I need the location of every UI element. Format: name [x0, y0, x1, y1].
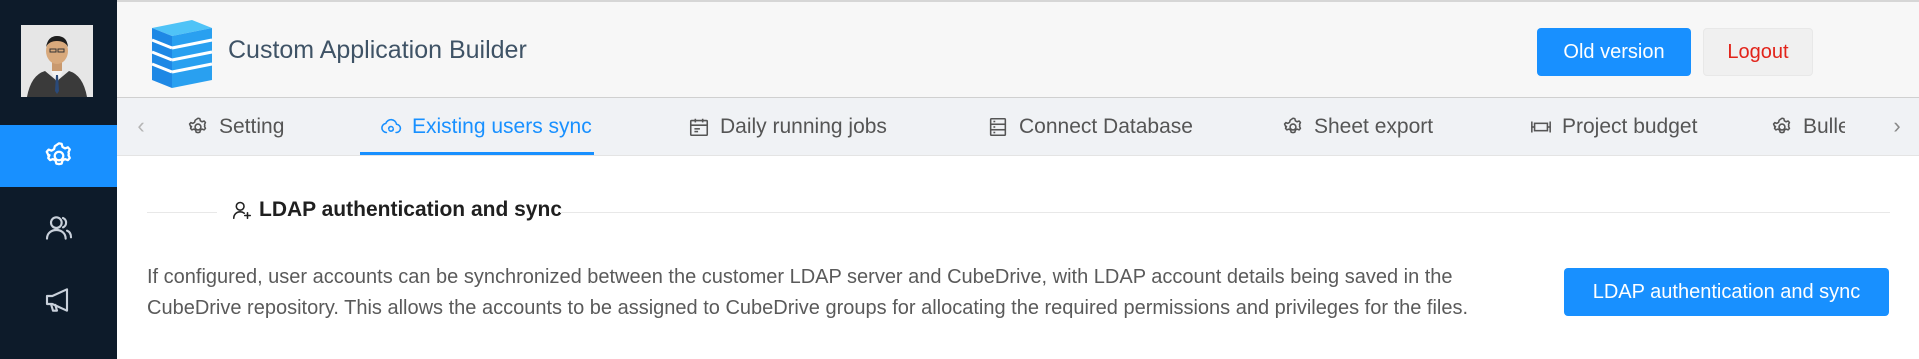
tab-bulletin-clipped[interactable]: Bulle [1771, 98, 1845, 156]
budget-icon [1531, 121, 1551, 133]
app-logo-icon [151, 20, 213, 88]
section-title-label: LDAP authentication and sync [259, 198, 562, 221]
top-header: Custom Application Builder Old version L… [117, 0, 1919, 98]
tab-scroll-right-icon[interactable]: › [1885, 112, 1909, 140]
tab-existing-users-sync[interactable]: Existing users sync [380, 98, 592, 156]
section-title: LDAP authentication and sync [231, 198, 562, 222]
users-icon [45, 216, 72, 240]
tab-label: Setting [219, 115, 285, 138]
ldap-auth-sync-button[interactable]: LDAP authentication and sync [1564, 268, 1889, 316]
divider [147, 212, 217, 213]
tab-sheet-export[interactable]: Sheet export [1282, 98, 1433, 156]
sidebar-item-users[interactable] [0, 197, 117, 259]
gear-icon [188, 117, 207, 134]
sidebar-item-announcements[interactable] [0, 269, 117, 331]
cloud-sync-icon [381, 118, 402, 134]
tab-label: Bulle [1803, 115, 1845, 138]
app-title: Custom Application Builder [228, 36, 527, 64]
tab-scroll-left-icon[interactable]: ‹ [129, 112, 153, 140]
tab-label: Existing users sync [412, 115, 592, 138]
sidebar-item-settings[interactable] [0, 125, 117, 187]
user-add-icon [232, 201, 252, 220]
gear-icon [1283, 117, 1302, 134]
logout-button[interactable]: Logout [1703, 28, 1813, 76]
left-sidebar [0, 0, 117, 359]
old-version-button[interactable]: Old version [1537, 28, 1691, 76]
calendar-icon [689, 118, 709, 137]
gear-icon [45, 142, 71, 166]
tab-setting[interactable]: Setting [187, 98, 284, 156]
tab-project-budget[interactable]: Project budget [1530, 98, 1697, 156]
tab-connect-database[interactable]: Connect Database [987, 98, 1193, 156]
tab-label: Connect Database [1019, 115, 1193, 138]
tab-label: Daily running jobs [720, 115, 887, 138]
tab-bar: ‹ Setting Existing users sync Daily runn [117, 98, 1919, 156]
tab-daily-running-jobs[interactable]: Daily running jobs [688, 98, 887, 156]
avatar[interactable] [21, 25, 93, 97]
tab-label: Project budget [1562, 115, 1698, 138]
active-tab-indicator [360, 152, 594, 155]
divider [560, 212, 1890, 213]
section-description: If configured, user accounts can be sync… [147, 266, 1469, 319]
tab-label: Sheet export [1314, 115, 1434, 138]
database-icon [989, 117, 1007, 137]
gear-icon [1772, 117, 1791, 134]
megaphone-icon [45, 288, 68, 312]
app-root: Custom Application Builder Old version L… [0, 0, 1919, 359]
